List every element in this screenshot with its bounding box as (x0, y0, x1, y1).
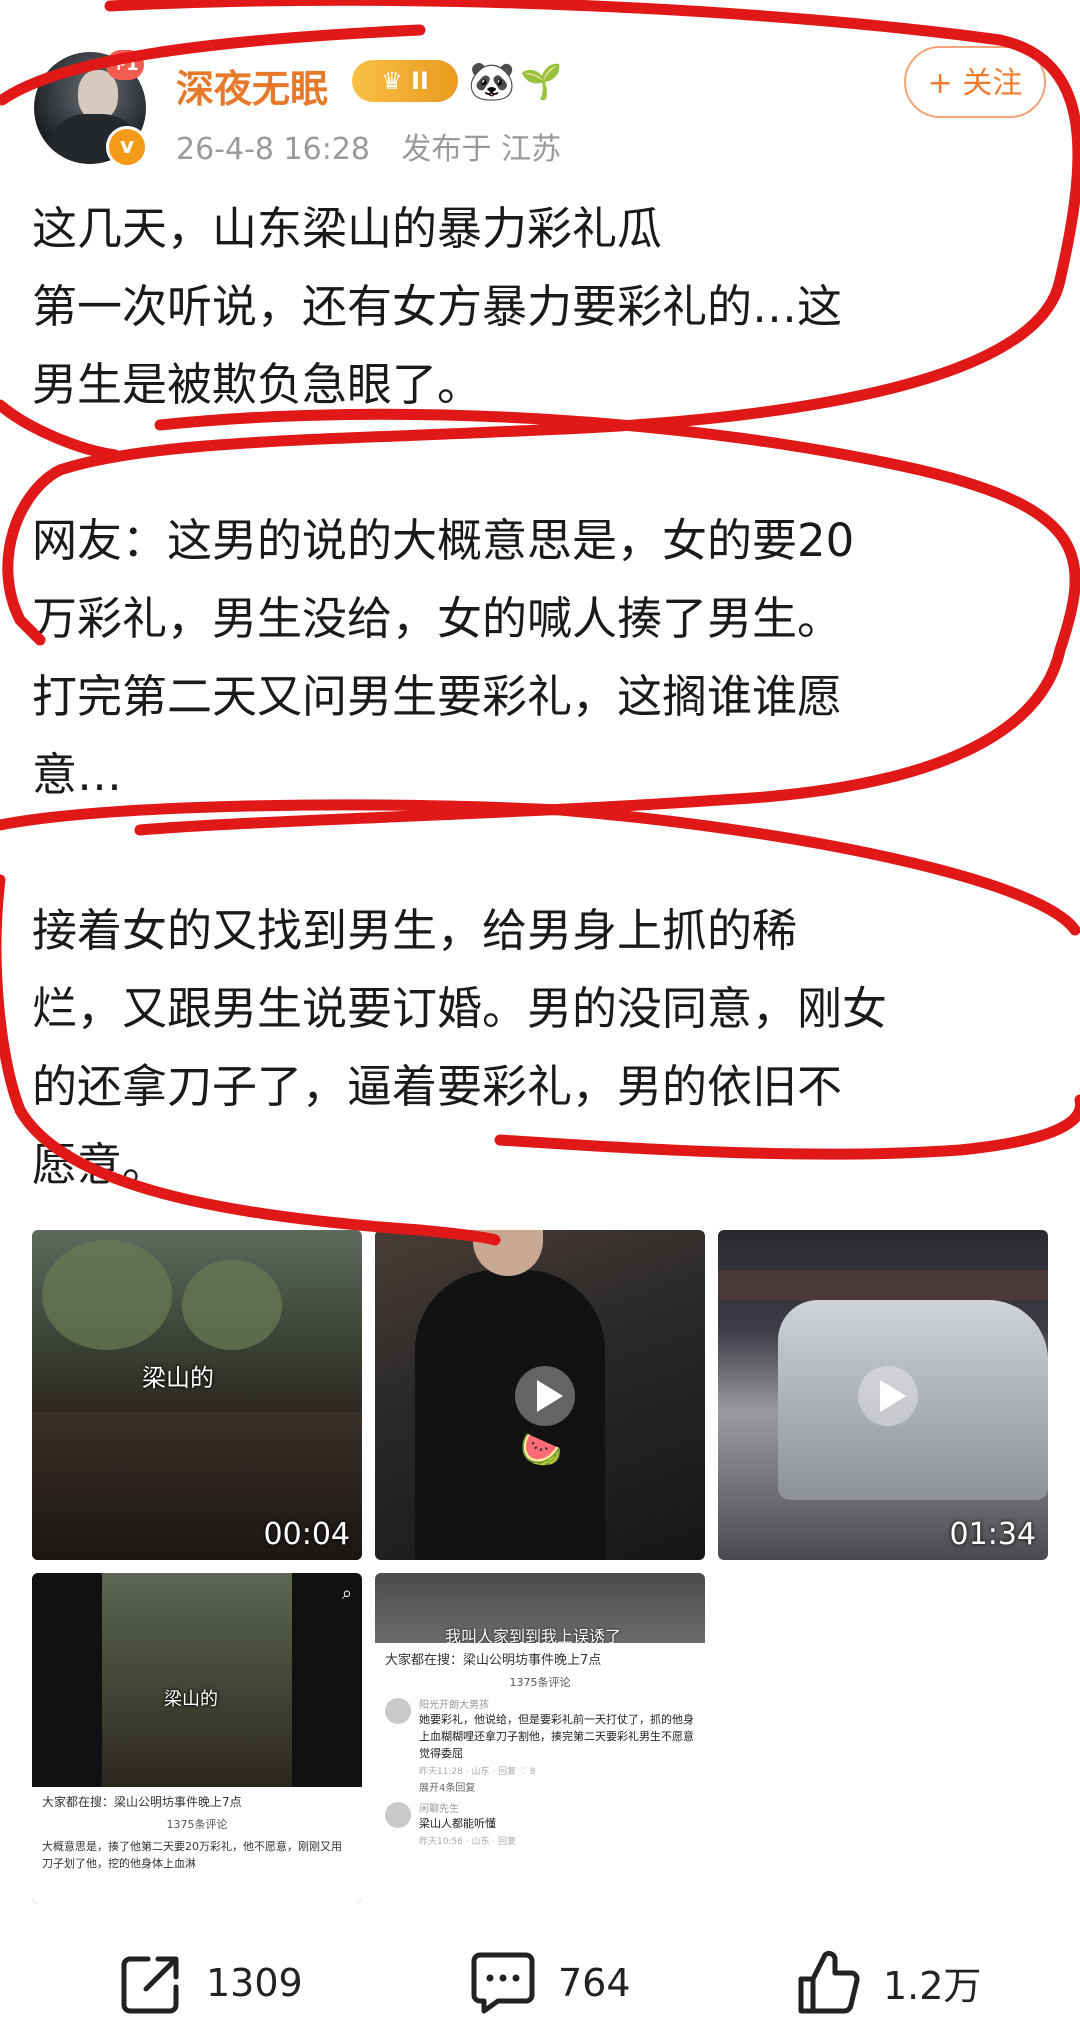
screenshot-thumbnail-1[interactable]: 梁山的 ⌕ 大家都在搜：梁山公明坊事件晚上7点 1375条评论 大概意思是，揍了… (32, 1573, 362, 1903)
text-line: 第一次听说，还有女方暴力要彩礼的…这 (32, 280, 843, 333)
like-count: 1.2万 (883, 1964, 982, 2008)
video-frame (102, 1573, 292, 1793)
share-count: 1309 (206, 1960, 303, 2005)
panda-icon: 🐼 (468, 59, 516, 103)
video-duration: 00:04 (263, 1517, 350, 1552)
search-trend: 大家都在搜：梁山公明坊事件晚上7点 (385, 1653, 602, 1668)
share-button[interactable]: 1309 (118, 1935, 303, 2030)
comment-panel: 大家都在搜：梁山公明坊事件晚上7点 1375条评论 大概意思是，揍了他第二天要2… (32, 1787, 362, 1903)
text-line: 万彩礼，男生没给，女的喊人揍了男生。 (32, 592, 843, 645)
video-thumbnail-2[interactable]: 🍉 (375, 1230, 705, 1560)
plus-badge: +1 (106, 50, 144, 80)
video-thumbnail-1[interactable]: 梁山的 00:04 (32, 1230, 362, 1560)
comment-meta: 昨天10:56 · 山东 · 回复 (419, 1837, 517, 1847)
post-body: 这几天，山东梁山的暴力彩礼瓜 第一次听说，还有女方暴力要彩礼的…这 男生是被欺负… (32, 190, 1052, 1204)
commenter-name: 闲聊先生 (419, 1804, 459, 1815)
comment-meta: 昨天11:28 · 山东 · 回复 ♡ 8 (419, 1767, 536, 1777)
text-line: 烂，又跟男生说要订婚。男的没同意，刚女 (32, 982, 888, 1035)
share-icon (121, 1956, 179, 2013)
crowd-shape (718, 1270, 1048, 1300)
text-line: 这几天，山东梁山的暴力彩礼瓜 (32, 202, 663, 255)
comment-item: 闲聊先生 梁山人都能听懂 昨天10:56 · 山东 · 回复 (385, 1800, 695, 1847)
comment-button[interactable]: 764 (468, 1935, 631, 2030)
post-meta: 26-4-8 16:28 发布于 江苏 (176, 124, 583, 168)
comment-text: 梁山人都能听懂 (419, 1817, 496, 1830)
like-button[interactable]: 1.2万 (795, 1935, 981, 2030)
face-shape (473, 1230, 543, 1276)
action-bar: 1309 764 1.2万 (0, 1935, 1080, 2030)
video-caption: 梁山的 (142, 1364, 214, 1392)
search-icon[interactable]: ⌕ (342, 1583, 352, 1604)
thumbs-up-icon (798, 1950, 860, 2013)
text-line: 网友：这男的说的大概意思是，女的要20 (32, 514, 855, 567)
commenter-avatar (385, 1802, 411, 1828)
watermelon-icon: 🍉 (520, 1430, 563, 1470)
vip-level-icon: ♛ II (352, 60, 458, 102)
person-shape (415, 1270, 605, 1560)
comment-count: 1375条评论 (509, 1676, 571, 1689)
play-icon[interactable] (858, 1366, 918, 1426)
commenter-avatar (385, 1698, 411, 1724)
screenshot-thumbnail-2[interactable]: 我叫人家到到我上误诱了 大家都在搜：梁山公明坊事件晚上7点 1375条评论 阳光… (375, 1573, 705, 1903)
text-line: 的还拿刀子了，逼着要彩礼，男的依旧不 (32, 1060, 843, 1113)
sprout-icon: 🌱 (520, 62, 563, 102)
video-caption: 梁山的 (164, 1689, 218, 1710)
comment-icon (471, 1952, 535, 2013)
vip-level-label: II (411, 67, 429, 95)
text-line: 接着女的又找到男生，给男身上抓的稀 (32, 904, 798, 957)
text-line: 打完第二天又问男生要彩礼，这搁谁谁愿 (32, 670, 843, 723)
text-line: 男生是被欺负急眼了。 (32, 358, 483, 411)
paragraph-2: 网友：这男的说的大概意思是，女的要20 万彩礼，男生没给，女的喊人揍了男生。 打… (32, 502, 1052, 814)
tree-shape (42, 1240, 172, 1350)
video-duration: 01:34 (949, 1517, 1036, 1552)
comment-count: 1375条评论 (166, 1818, 228, 1831)
commenter-name: 阳光开朗大男孩 (419, 1700, 489, 1711)
comment-panel: 大家都在搜：梁山公明坊事件晚上7点 1375条评论 阳光开朗大男孩 她要彩礼，他… (375, 1643, 705, 1903)
tree-shape (182, 1260, 282, 1350)
media-grid: 梁山的 00:04 🍉 01:34 梁山的 ⌕ 大家都在搜：梁山公明坊事件晚上7… (32, 1230, 1052, 1910)
username[interactable]: 深夜无眠 (176, 58, 328, 113)
post-location: 发布于 江苏 (401, 132, 562, 167)
expand-replies: 展开4条回复 (419, 1783, 476, 1794)
post-header: +1 v 深夜无眠 ♛ II 🐼 🌱 26-4-8 16:28 发布于 江苏 +… (0, 0, 1080, 175)
text-line: 意… (32, 748, 123, 801)
search-trend: 大家都在搜：梁山公明坊事件晚上7点 (42, 1795, 242, 1809)
paragraph-1: 这几天，山东梁山的暴力彩礼瓜 第一次听说，还有女方暴力要彩礼的…这 男生是被欺负… (32, 190, 1052, 424)
comment-text: 她要彩礼，他说给，但是要彩礼前一天打仗了，抓的他身上血糊糊哩还拿刀子割他，揍完第… (419, 1713, 694, 1760)
text-line: 愿意。 (32, 1138, 168, 1191)
verified-badge-icon: v (106, 126, 148, 168)
post-date: 26-4-8 16:28 (176, 132, 370, 167)
video-thumbnail-3[interactable]: 01:34 (718, 1230, 1048, 1560)
follow-button[interactable]: + 关注 (904, 46, 1046, 118)
paragraph-3: 接着女的又找到男生，给男身上抓的稀 烂，又跟男生说要订婚。男的没同意，刚女 的还… (32, 892, 1052, 1204)
comment-count: 764 (558, 1960, 631, 2005)
comment-text: 大概意思是，揍了他第二天要20万彩礼，他不愿意，刚刚又用刀子划了他，挖的他身体上… (42, 1840, 342, 1870)
comment-item: 阳光开朗大男孩 她要彩礼，他说给，但是要彩礼前一天打仗了，抓的他身上血糊糊哩还拿… (385, 1696, 695, 1777)
play-icon[interactable] (515, 1366, 575, 1426)
